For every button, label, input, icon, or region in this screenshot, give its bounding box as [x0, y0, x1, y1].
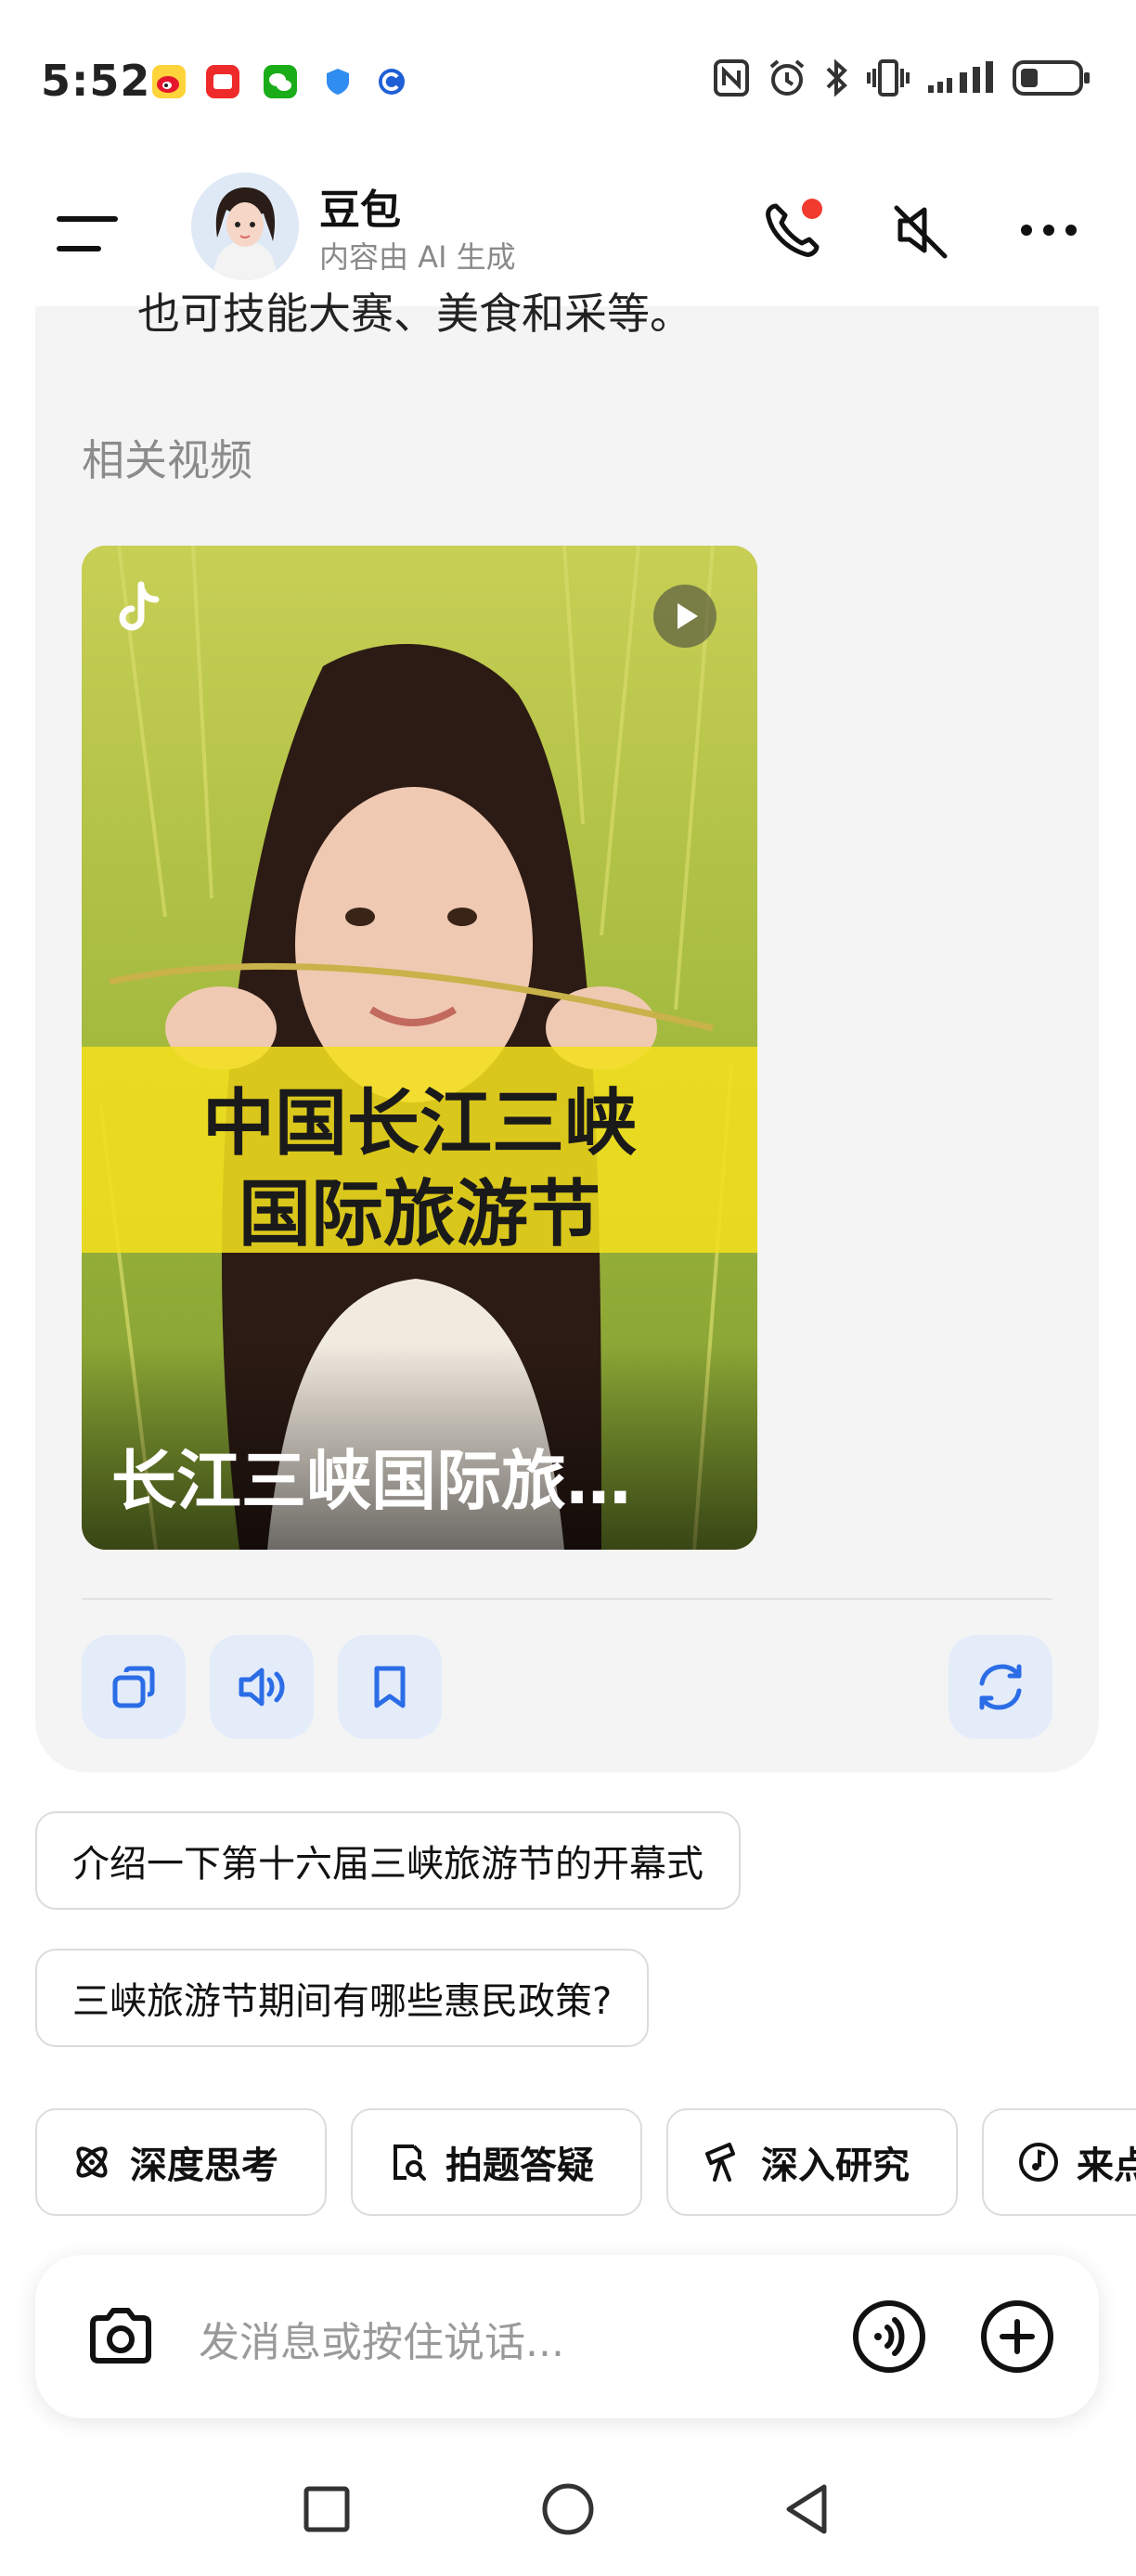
menu-icon[interactable]: [54, 206, 121, 262]
bluetooth-icon: [826, 58, 847, 97]
video-banner-line1: 中国长江三峡: [201, 1081, 637, 1166]
wechat-icon: [264, 65, 297, 98]
speaker-icon: [239, 1668, 285, 1707]
tool-music[interactable]: 来点: [982, 2108, 1136, 2216]
plus-icon[interactable]: [973, 2292, 1062, 2381]
mute-icon[interactable]: [884, 193, 958, 267]
suggestion-chip[interactable]: 介绍一下第十六届三峡旅游节的开幕式: [35, 1811, 741, 1910]
copy-icon: [112, 1666, 155, 1708]
bot-avatar[interactable]: [191, 173, 299, 280]
nfc-icon: [714, 59, 749, 97]
regenerate-button[interactable]: [949, 1635, 1052, 1739]
suggestion-chip[interactable]: 三峡旅游节期间有哪些惠民政策?: [35, 1949, 650, 2047]
video-thumbnail: [82, 546, 757, 1550]
shield-icon: [321, 65, 355, 98]
message-input-placeholder[interactable]: 发消息或按住说话...: [199, 2309, 564, 2368]
battery-icon: [1013, 60, 1090, 96]
red-app-icon: [206, 65, 239, 98]
recents-square-icon[interactable]: [290, 2472, 364, 2546]
actions-divider: [82, 1598, 1052, 1600]
copy-button[interactable]: [82, 1635, 186, 1739]
system-nav-bar: [0, 2450, 1136, 2576]
vibrate-icon: [867, 59, 910, 97]
atom-icon: [76, 2146, 108, 2178]
tool-deep-think[interactable]: 深度思考: [35, 2108, 327, 2216]
home-circle-icon[interactable]: [531, 2472, 605, 2546]
bookmark-icon: [374, 1666, 406, 1708]
music-icon: [1019, 2143, 1058, 2182]
call-badge-dot: [802, 199, 822, 219]
read-aloud-button[interactable]: [210, 1635, 314, 1739]
tool-label: 来点: [1077, 2145, 1136, 2187]
status-bar: 5:52: [0, 0, 1136, 167]
back-triangle-icon[interactable]: [772, 2472, 846, 2546]
bookmark-button[interactable]: [338, 1635, 442, 1739]
tool-label: 深度思考: [130, 2145, 278, 2187]
message-input-bar[interactable]: 发消息或按住说话...: [35, 2255, 1099, 2418]
telescope-icon: [705, 2143, 735, 2182]
video-caption: 长江三峡国际旅…: [111, 1443, 631, 1519]
more-icon[interactable]: [1012, 193, 1086, 267]
tool-photo-question[interactable]: 拍题答疑: [351, 2108, 642, 2216]
search-doc-icon: [394, 2145, 426, 2181]
related-video-card[interactable]: 中国长江三峡 国际旅游节 长江三峡国际旅…: [82, 546, 757, 1550]
play-icon[interactable]: [652, 583, 718, 650]
weibo-icon: [152, 65, 186, 98]
tiktok-icon: [113, 581, 165, 637]
related-videos-label: 相关视频: [82, 435, 252, 485]
bot-name: 豆包: [319, 187, 401, 234]
signal-icon: [928, 61, 993, 93]
status-time: 5:52: [41, 56, 151, 106]
regenerate-icon: [979, 1664, 1022, 1710]
system-icons: [713, 58, 1091, 98]
ai-generated-note: 内容由 AI 生成: [319, 239, 516, 275]
voice-icon[interactable]: [845, 2292, 934, 2381]
phone-call-icon[interactable]: [755, 193, 830, 267]
video-banner-line2: 国际旅游节: [238, 1172, 600, 1256]
answer-card: 也可技能大赛、美食和采等。 相关视频 中国长江三峡 国际旅游节 长江三峡国际旅…: [35, 289, 1099, 1772]
c-app-icon: [375, 65, 408, 98]
tool-label: 拍题答疑: [445, 2145, 594, 2187]
tool-label: 深入研究: [761, 2145, 910, 2187]
tool-deep-research[interactable]: 深入研究: [666, 2108, 958, 2216]
answer-text-clipped: 也可技能大赛、美食和采等。: [137, 289, 692, 339]
camera-icon[interactable]: [76, 2292, 165, 2381]
alarm-icon: [769, 59, 805, 96]
